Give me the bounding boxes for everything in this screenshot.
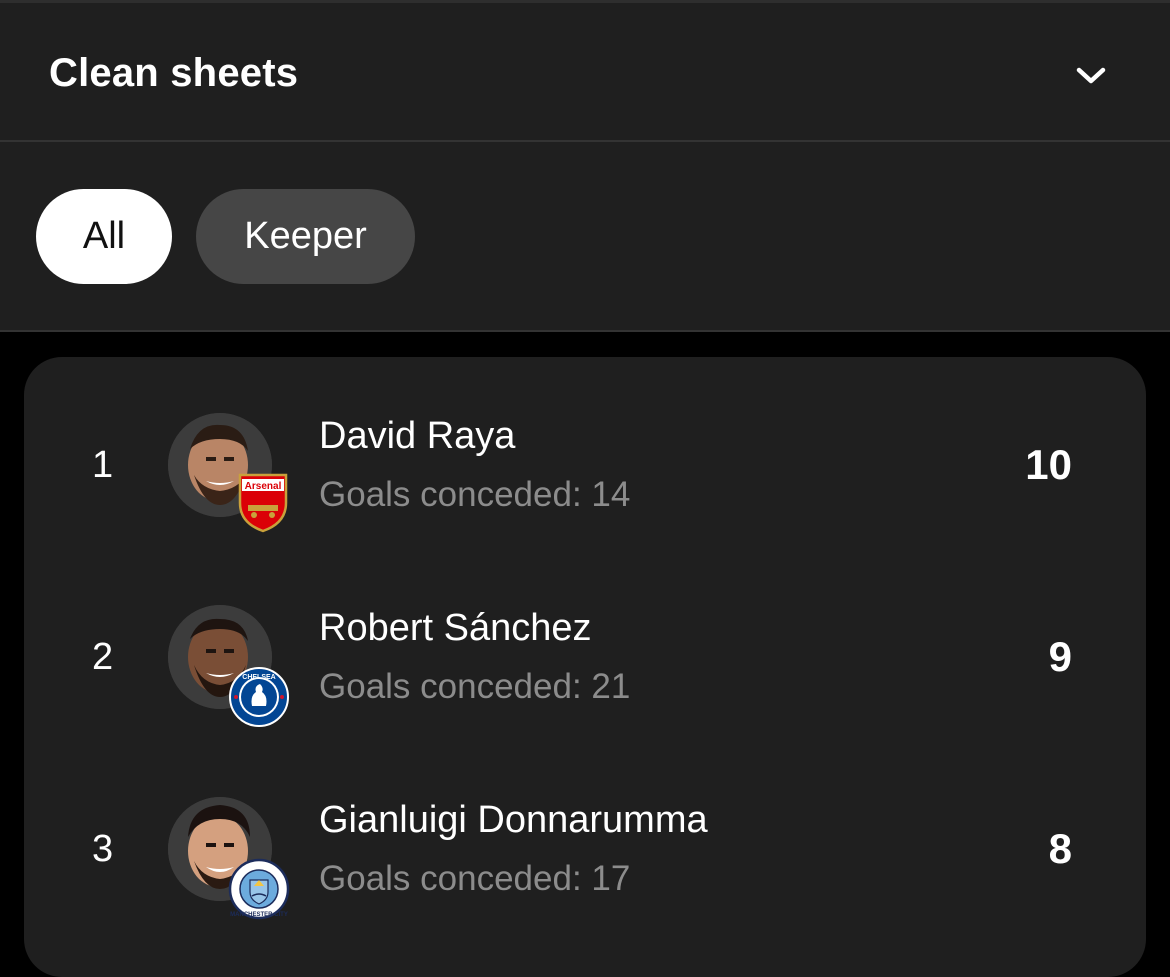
svg-text:MANCHESTER CITY: MANCHESTER CITY — [230, 912, 288, 918]
clean-sheets-value: 8 — [1048, 825, 1072, 872]
ranking-list: 1 Arsenal David Raya Goals conceded: 14 … — [24, 357, 1146, 977]
goals-conceded: Goals conceded: 21 — [319, 667, 631, 706]
svg-text:Arsenal: Arsenal — [245, 481, 282, 492]
chelsea-badge: CHELSEA — [229, 667, 289, 727]
page-title: Clean sheets — [49, 51, 299, 95]
clean-sheets-value: 10 — [1025, 441, 1072, 488]
player-name: Robert Sánchez — [319, 607, 592, 649]
section-header[interactable]: Clean sheets — [0, 0, 1170, 142]
filter-bar: All Keeper — [0, 142, 1170, 332]
rank-number: 2 — [92, 636, 114, 678]
player-row[interactable]: 2 CHELSEA Robert Sánchez Goals conceded:… — [24, 549, 1146, 741]
manchester-city-badge: MANCHESTER CITY — [228, 858, 290, 920]
clean-sheets-value: 9 — [1048, 633, 1072, 680]
goals-conceded: Goals conceded: 17 — [319, 859, 631, 898]
rank-number: 3 — [92, 828, 114, 870]
filter-chip-keeper[interactable]: Keeper — [196, 189, 415, 284]
rank-number: 1 — [92, 444, 114, 486]
player-row[interactable]: 1 Arsenal David Raya Goals conceded: 14 … — [24, 357, 1146, 549]
goals-conceded: Goals conceded: 14 — [319, 475, 631, 514]
player-row[interactable]: 3 MANCHESTER CITY Gianluigi Donnarumma G… — [24, 741, 1146, 933]
svg-text:CHELSEA: CHELSEA — [242, 674, 275, 681]
player-name: David Raya — [319, 415, 516, 457]
chevron-down-icon[interactable] — [1073, 61, 1109, 91]
arsenal-badge: Arsenal — [238, 473, 288, 533]
filter-chip-all[interactable]: All — [36, 189, 172, 284]
player-name: Gianluigi Donnarumma — [319, 799, 708, 841]
